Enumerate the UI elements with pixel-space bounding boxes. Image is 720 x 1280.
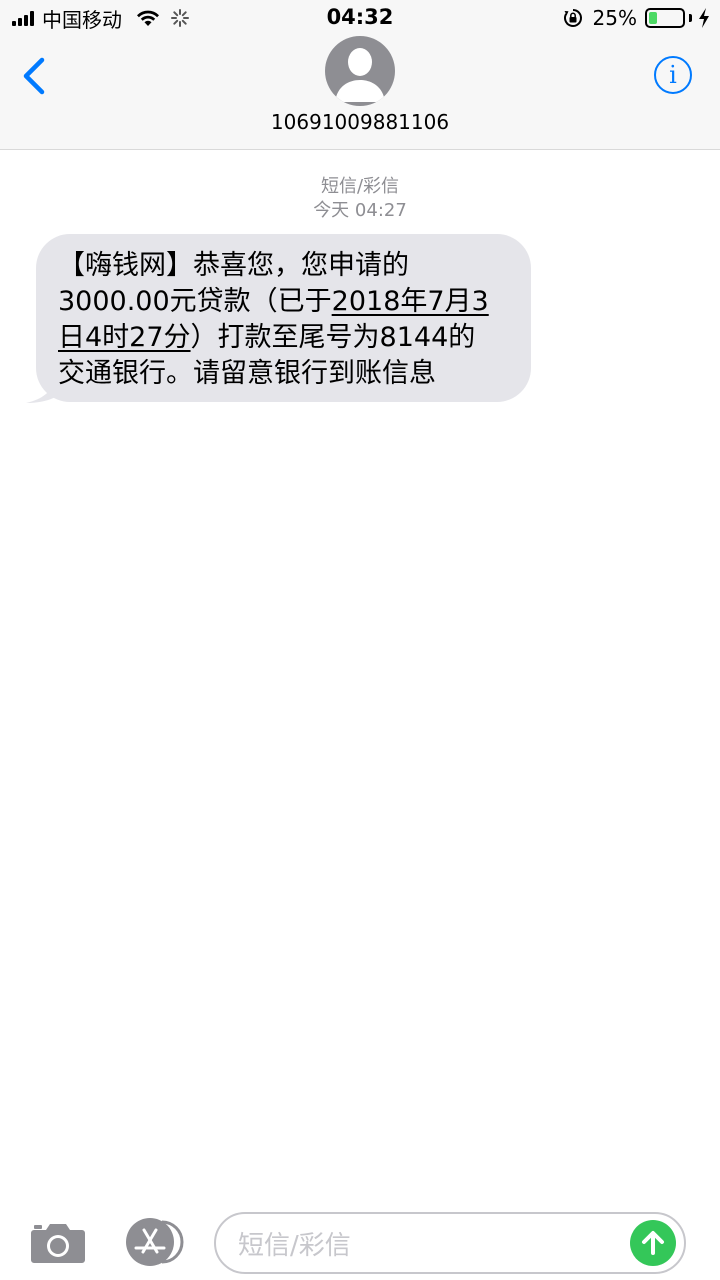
message-input[interactable]: 短信/彩信	[214, 1212, 686, 1274]
person-silhouette-icon	[335, 48, 385, 102]
status-bar: 中国移动 04:32 25%	[0, 0, 720, 36]
date-link[interactable]: 日4时27分	[58, 322, 191, 353]
battery-cap	[689, 14, 692, 22]
received-message-bubble[interactable]: 【嗨钱网】恭喜您，您申请的 3000.00元贷款（已于2018年7月3 日4时2…	[36, 234, 531, 402]
send-arrow-icon	[642, 1231, 664, 1255]
rotation-lock-icon	[563, 9, 582, 27]
message-text: 3000.00元贷款（已于	[58, 286, 332, 317]
camera-icon[interactable]	[30, 1220, 86, 1264]
conversation-header: 10691009881106 i	[0, 36, 720, 150]
status-right: 25%	[563, 6, 710, 30]
app-store-icon[interactable]	[122, 1218, 184, 1266]
battery-level-fill	[649, 12, 657, 24]
date-link[interactable]: 2018年7月3	[332, 286, 489, 317]
message-line: 3000.00元贷款（已于2018年7月3	[58, 284, 513, 320]
info-icon[interactable]: i	[654, 56, 692, 94]
message-line: 日4时27分）打款至尾号为8144的	[58, 320, 513, 356]
message-input-placeholder: 短信/彩信	[238, 1230, 351, 1261]
message-text: ）打款至尾号为8144的	[190, 322, 476, 353]
send-button[interactable]	[630, 1220, 676, 1266]
message-line: 【嗨钱网】恭喜您，您申请的	[58, 250, 409, 281]
message-type-label: 短信/彩信	[320, 176, 400, 197]
battery-percent: 25%	[592, 6, 637, 30]
message-line: 交通银行。请留意银行到账信息	[58, 358, 436, 389]
back-chevron-icon[interactable]	[20, 56, 50, 96]
contact-avatar-icon[interactable]	[325, 36, 395, 106]
contact-number[interactable]: 10691009881106	[0, 110, 720, 134]
message-timestamp: 今天 04:27	[313, 200, 407, 221]
charging-bolt-icon	[699, 8, 709, 28]
battery-icon	[645, 8, 685, 28]
